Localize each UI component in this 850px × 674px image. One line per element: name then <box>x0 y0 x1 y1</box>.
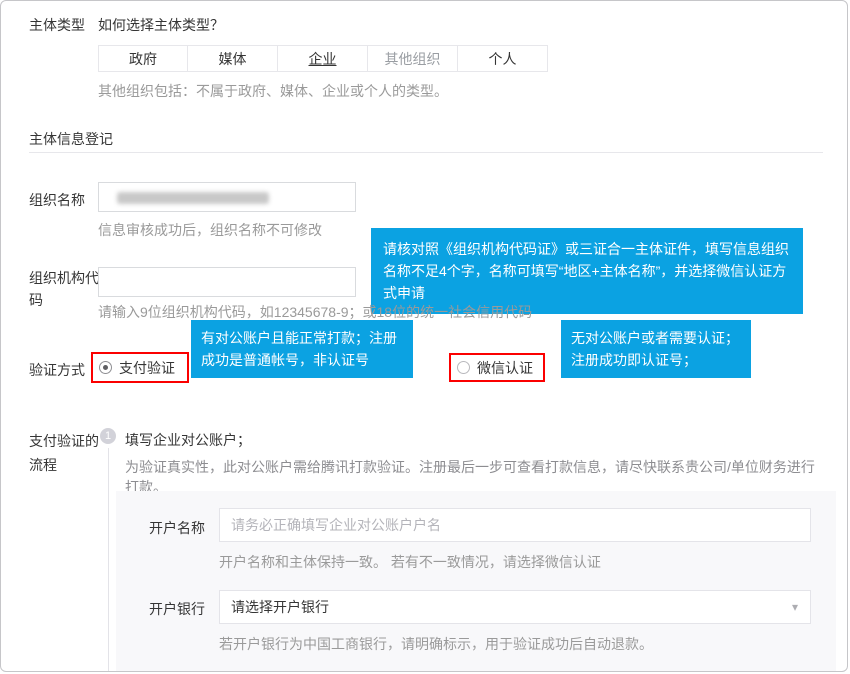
wechat-verify-radio[interactable] <box>457 361 470 374</box>
step-timeline-line <box>108 448 109 672</box>
payment-verification-tooltip: 有对公账户且能正常打款；注册成功是普通帐号，非认证号 <box>191 320 413 378</box>
org-code-hint: 请输入9位组织机构代码，如12345678-9；或18位的统一社会信用代码 <box>98 302 532 322</box>
account-name-hint: 开户名称和主体保持一致。 若有不一致情况，请选择微信认证 <box>219 552 601 572</box>
pay-flow-label: 支付验证的流程 <box>29 429 101 477</box>
subject-type-help-link[interactable]: 如何选择主体类型？ <box>98 15 224 35</box>
registration-form: 主体类型 如何选择主体类型？ 政府 媒体 企业 其他组织 个人 其他组织包括：不… <box>0 0 848 672</box>
org-name-redacted-value <box>117 192 269 204</box>
step-1-badge: 1 <box>100 428 116 444</box>
org-name-input[interactable] <box>98 182 356 212</box>
payment-verify-radio-label[interactable]: 支付验证 <box>119 358 175 378</box>
tab-government[interactable]: 政府 <box>98 45 188 72</box>
subject-type-tabs: 政府 媒体 企业 其他组织 个人 <box>98 45 548 72</box>
account-name-input[interactable] <box>219 508 811 542</box>
bank-select[interactable]: 请选择开户银行 ▾ <box>219 590 811 624</box>
subject-type-label: 主体类型 <box>29 15 85 35</box>
payment-verify-radio[interactable] <box>99 361 112 374</box>
payment-verify-annotation-box: 支付验证 <box>91 352 189 383</box>
org-code-label: 组织机构代码 <box>29 267 99 311</box>
bank-hint: 若开户银行为中国工商银行，请明确标示，用于验证成功后自动退款。 <box>219 634 653 654</box>
wechat-verify-annotation-box: 微信认证 <box>449 353 545 382</box>
bank-label: 开户银行 <box>149 599 205 619</box>
step-1-title: 填写企业对公账户； <box>125 430 251 450</box>
chevron-down-icon: ▾ <box>792 591 798 623</box>
section-divider <box>29 152 823 153</box>
org-name-label: 组织名称 <box>29 190 85 210</box>
tab-individual[interactable]: 个人 <box>458 45 548 72</box>
tab-enterprise[interactable]: 企业 <box>278 45 368 72</box>
org-code-input[interactable] <box>98 267 356 297</box>
wechat-verify-radio-label[interactable]: 微信认证 <box>477 358 533 378</box>
wechat-verification-tooltip: 无对公账户或者需要认证；注册成功即认证号； <box>561 320 751 378</box>
subject-type-note: 其他组织包括：不属于政府、媒体、企业或个人的类型。 <box>98 81 448 101</box>
tab-other-organization[interactable]: 其他组织 <box>368 45 458 72</box>
account-name-label: 开户名称 <box>149 518 205 538</box>
bank-account-panel: 开户名称 开户名称和主体保持一致。 若有不一致情况，请选择微信认证 开户银行 请… <box>116 491 836 672</box>
verify-method-label: 验证方式 <box>29 360 85 380</box>
bank-select-value: 请选择开户银行 <box>231 599 329 615</box>
org-name-hint: 信息审核成功后，组织名称不可修改 <box>98 220 322 240</box>
section-title: 主体信息登记 <box>29 129 113 149</box>
tab-media[interactable]: 媒体 <box>188 45 278 72</box>
